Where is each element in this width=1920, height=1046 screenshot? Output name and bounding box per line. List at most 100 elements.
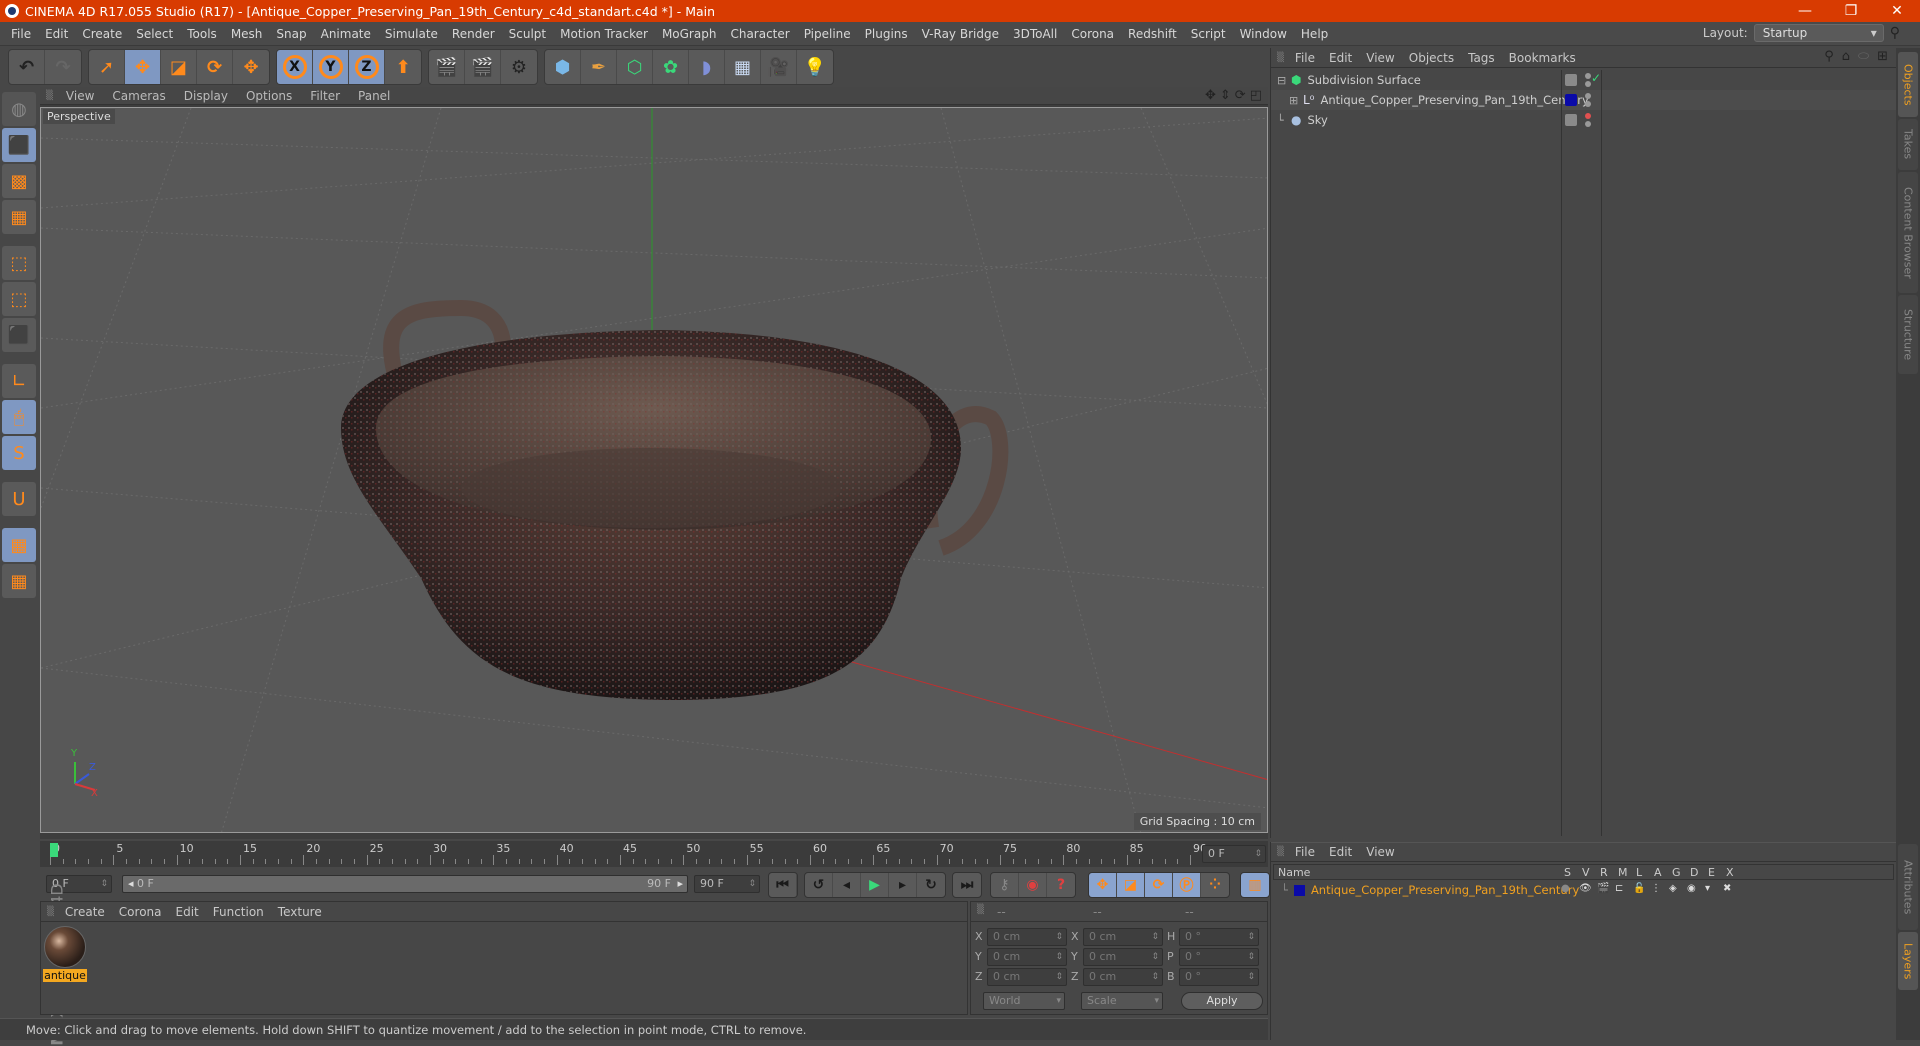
end-frame-field[interactable]: 90 F ⇕ xyxy=(694,875,760,893)
layer-a-toggle-icon[interactable]: ⋮ xyxy=(1651,883,1661,894)
layer-menu-view[interactable]: View xyxy=(1359,845,1401,859)
frame-range-slider[interactable]: ◂ 0 F 90 F ▸ xyxy=(122,875,688,893)
play-button[interactable]: ▶ xyxy=(861,873,889,897)
undo-button[interactable]: ↶ xyxy=(9,50,45,84)
viewport-menu-view[interactable]: View xyxy=(57,89,103,103)
rotation-p-field[interactable]: 0 ° ⇕ xyxy=(1179,948,1259,966)
maximize-view-icon[interactable]: ◰ xyxy=(1250,88,1262,103)
array-button[interactable]: ✿ xyxy=(653,50,689,84)
layer-menu-file[interactable]: File xyxy=(1288,845,1322,859)
apply-button[interactable]: Apply xyxy=(1181,992,1263,1010)
y-axis-button[interactable]: Y xyxy=(313,50,349,84)
column-header-e[interactable]: E xyxy=(1708,866,1715,879)
camera-label[interactable]: Perspective xyxy=(43,109,115,124)
position-x-field[interactable]: 0 cm ⇕ xyxy=(987,928,1067,946)
menu-edit[interactable]: Edit xyxy=(38,27,75,41)
coordinate-system-button[interactable]: ⬆ xyxy=(385,50,421,84)
x-axis-button[interactable]: X xyxy=(277,50,313,84)
light-button[interactable]: 💡 xyxy=(797,50,833,84)
viewport-menu-panel[interactable]: Panel xyxy=(349,89,399,103)
layer-l-toggle-icon[interactable]: 🔓 xyxy=(1633,883,1645,894)
menu-script[interactable]: Script xyxy=(1184,27,1233,41)
size-z-field[interactable]: 0 cm ⇕ xyxy=(1083,968,1163,986)
render-settings-button[interactable]: ⚙ xyxy=(501,50,537,84)
object-row[interactable]: ⊟ ⬢ Subdivision Surface ✓ xyxy=(1271,70,1896,90)
camera-button[interactable]: 🎥 xyxy=(761,50,797,84)
rotate-view-icon[interactable]: ⟳ xyxy=(1235,88,1246,103)
collapse-icon[interactable]: ⊟ xyxy=(1277,74,1289,87)
column-header-g[interactable]: G xyxy=(1672,866,1681,879)
transform-mode-dropdown[interactable]: Scale ▾ xyxy=(1081,992,1163,1010)
previous-key-button[interactable]: ↺ xyxy=(805,873,833,897)
rotate-button[interactable]: ⟳ xyxy=(197,50,233,84)
editor-visibility-dot[interactable] xyxy=(1585,113,1591,119)
live-selection-button[interactable]: ➚ xyxy=(89,50,125,84)
enabled-check-icon[interactable]: ✓ xyxy=(1591,71,1601,85)
menu-mesh[interactable]: Mesh xyxy=(224,27,270,41)
layer-e-toggle-icon[interactable]: ▾ xyxy=(1705,883,1710,894)
column-header-m[interactable]: M xyxy=(1618,866,1628,879)
layer-m-toggle-icon[interactable]: ⊏ xyxy=(1615,883,1623,894)
side-tab-layers[interactable]: Layers xyxy=(1898,932,1918,990)
viewport-menu-cameras[interactable]: Cameras xyxy=(103,89,174,103)
snap-button[interactable]: U xyxy=(2,482,36,516)
rotation-h-field[interactable]: 0 ° ⇕ xyxy=(1179,928,1259,946)
position-z-field[interactable]: 0 cm ⇕ xyxy=(987,968,1067,986)
key-point-level-button[interactable]: ⁘ xyxy=(1201,873,1229,897)
menu-plugins[interactable]: Plugins xyxy=(858,27,915,41)
layer-s-toggle-icon[interactable]: ● xyxy=(1561,883,1570,894)
object-menu-bookmarks[interactable]: Bookmarks xyxy=(1502,51,1583,65)
move-view-icon[interactable]: ✥ xyxy=(1205,88,1216,103)
object-row[interactable]: └ ● Sky xyxy=(1271,110,1896,130)
key-rotation-button[interactable]: ⟳ xyxy=(1145,873,1173,897)
menu-simulate[interactable]: Simulate xyxy=(378,27,445,41)
minimize-button[interactable]: — xyxy=(1782,0,1828,22)
eye-icon[interactable]: ⬭ xyxy=(1858,49,1869,64)
timeline-ruler[interactable]: 051015202530354045505560657075808590 0 F… xyxy=(40,841,1268,867)
menu-v-ray-bridge[interactable]: V-Ray Bridge xyxy=(915,27,1006,41)
z-axis-button[interactable]: Z xyxy=(349,50,385,84)
menu-animate[interactable]: Animate xyxy=(314,27,378,41)
floor-button[interactable]: ▦ xyxy=(725,50,761,84)
menu-corona[interactable]: Corona xyxy=(1064,27,1121,41)
close-button[interactable]: ✕ xyxy=(1874,0,1920,22)
display-filter-button[interactable]: ◍ xyxy=(2,92,36,126)
side-tab-objects[interactable]: Objects xyxy=(1898,52,1918,117)
display-tag-icon[interactable] xyxy=(1565,114,1577,126)
viewport-menu-options[interactable]: Options xyxy=(237,89,301,103)
layer-menu-edit[interactable]: Edit xyxy=(1322,845,1359,859)
search-icon[interactable]: ⚲ xyxy=(1824,49,1834,64)
viewport-menu-display[interactable]: Display xyxy=(175,89,237,103)
object-menu-objects[interactable]: Objects xyxy=(1402,51,1461,65)
object-name[interactable]: Antique_Copper_Preserving_Pan_19th_Centu… xyxy=(1321,93,1589,107)
render-view-button[interactable]: 🎬 xyxy=(429,50,465,84)
autokey-button[interactable]: ◉ xyxy=(1019,873,1047,897)
object-menu-file[interactable]: File xyxy=(1288,51,1322,65)
side-tab-attributes[interactable]: Attributes xyxy=(1898,844,1918,930)
object-menu-tags[interactable]: Tags xyxy=(1461,51,1502,65)
home-icon[interactable]: ⌂ xyxy=(1842,49,1850,64)
pen-button[interactable]: ✒ xyxy=(581,50,617,84)
menu-window[interactable]: Window xyxy=(1233,27,1294,41)
rotation-b-field[interactable]: 0 ° ⇕ xyxy=(1179,968,1259,986)
layer-color-swatch[interactable] xyxy=(1293,884,1305,896)
material-menu-texture[interactable]: Texture xyxy=(271,905,329,919)
side-tab-structure[interactable]: Structure xyxy=(1898,295,1918,374)
editor-visibility-dot[interactable] xyxy=(1585,93,1591,99)
polygons-mode-button[interactable]: ⬛ xyxy=(2,318,36,352)
menu-select[interactable]: Select xyxy=(129,27,180,41)
workplane-align-button[interactable]: ▦ xyxy=(2,564,36,598)
column-header-l[interactable]: L xyxy=(1636,866,1642,879)
previous-frame-button[interactable]: ◂ xyxy=(833,873,861,897)
recent-tool-button[interactable]: ✥ xyxy=(233,50,269,84)
key-scale-button[interactable]: ◪ xyxy=(1117,873,1145,897)
material-menu-corona[interactable]: Corona xyxy=(112,905,169,919)
coordinate-mode-dropdown[interactable]: World ▾ xyxy=(983,992,1065,1010)
object-name[interactable]: Subdivision Surface xyxy=(1307,73,1420,87)
column-header-s[interactable]: S xyxy=(1564,866,1571,879)
model-mode-button[interactable]: ⬛ xyxy=(2,128,36,162)
object-menu-view[interactable]: View xyxy=(1359,51,1401,65)
layer-x-toggle-icon[interactable]: ✖ xyxy=(1723,883,1731,894)
timeline-button[interactable]: ▥ xyxy=(1241,873,1269,897)
restore-button[interactable]: ❐ xyxy=(1828,0,1874,22)
